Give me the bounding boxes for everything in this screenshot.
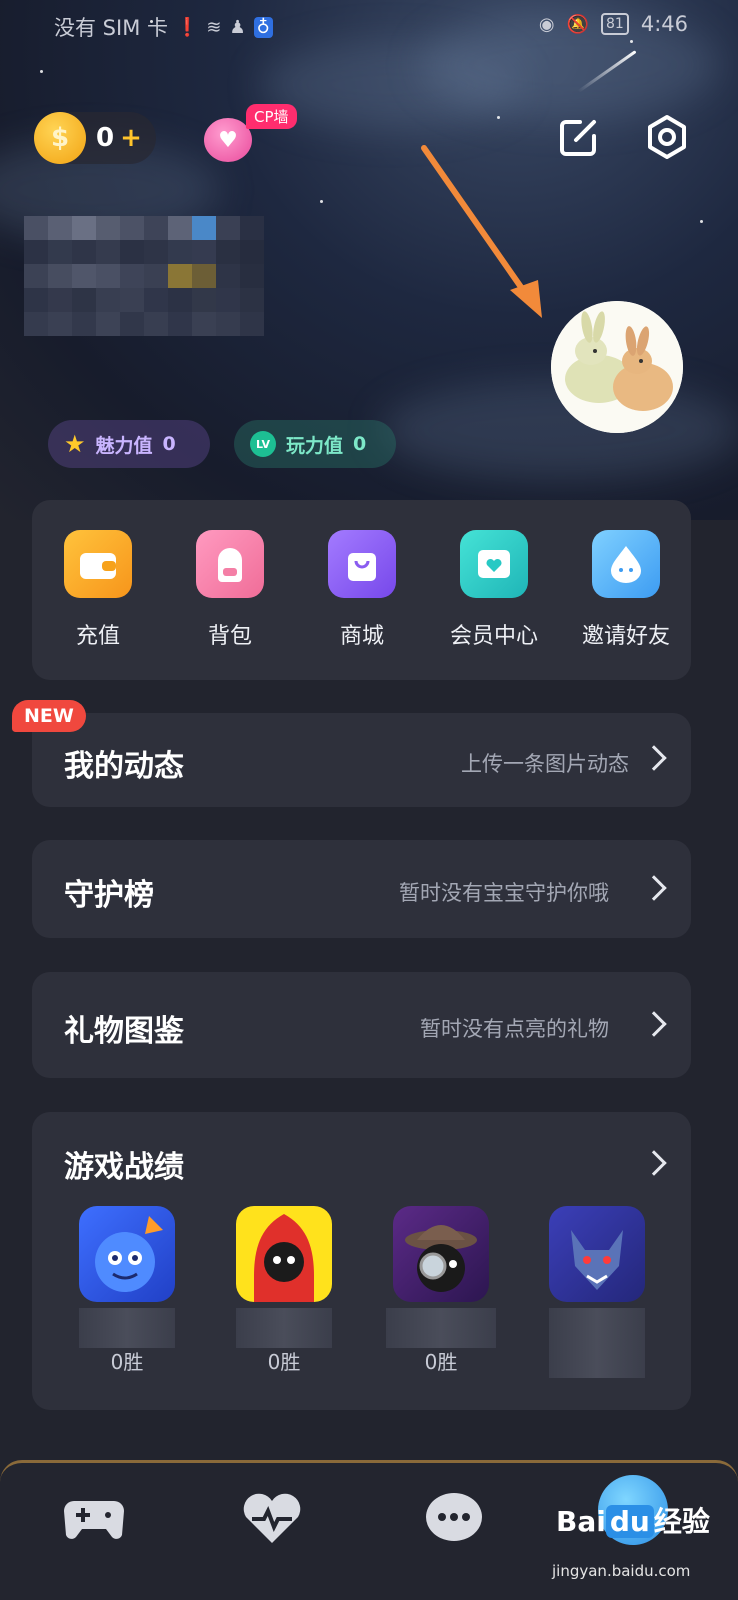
chevron-right-icon: [641, 745, 667, 771]
member-card-icon: [460, 530, 528, 598]
new-badge: NEW: [12, 700, 86, 732]
recharge-label: 充值: [75, 624, 120, 649]
play-value-chip[interactable]: LV 玩力值 0: [234, 420, 396, 468]
guardian-board-subtitle: 暂时没有宝宝守护你哦: [399, 881, 609, 905]
game-item[interactable]: [532, 1206, 662, 1378]
guardian-board-row[interactable]: 守护榜 暂时没有宝宝守护你哦: [32, 840, 691, 938]
baidu-watermark: Bai du 经验: [556, 1500, 710, 1540]
username-blurred: [24, 216, 264, 336]
coin-icon: $: [34, 112, 86, 164]
rabbit-avatar-icon: [551, 301, 683, 433]
member-center-label: 会员中心: [449, 624, 538, 649]
game-item[interactable]: 0胜: [376, 1206, 506, 1374]
shop-label: 商城: [339, 624, 384, 649]
shop-button[interactable]: 商城: [302, 530, 422, 650]
cp-wall-button[interactable]: ♥ CP墙: [202, 104, 302, 164]
my-posts-subtitle: 上传一条图片动态: [461, 752, 629, 776]
play-value: 0: [353, 433, 367, 455]
game-records-title: 游戏战绩: [64, 1150, 184, 1185]
game-name-blurred: [236, 1308, 332, 1348]
invite-friends-label: 邀请好友: [581, 624, 670, 649]
sim-alert-icon: ❗: [176, 16, 199, 38]
game-wins: 0胜: [110, 1350, 144, 1374]
watermark-brand: Bai: [556, 1505, 606, 1538]
gift-collection-subtitle: 暂时没有点亮的礼物: [420, 1017, 609, 1041]
game-name-blurred: [386, 1308, 496, 1348]
wallet-icon: [64, 530, 132, 598]
quick-actions-card: 充值 背包 商城 会员中心 邀请好友: [32, 500, 691, 680]
coin-balance-button[interactable]: $ 0 +: [34, 112, 156, 164]
drop-face-icon: [592, 530, 660, 598]
member-center-button[interactable]: 会员中心: [434, 530, 554, 650]
clock: 4:46: [640, 12, 688, 36]
bulb-icon: ♁: [253, 16, 273, 38]
blue-monster-game-icon: [79, 1206, 175, 1302]
detective-game-icon: [393, 1206, 489, 1302]
edit-icon[interactable]: [556, 114, 602, 160]
gift-collection-title: 礼物图鉴: [64, 1014, 184, 1049]
game-wins: 0胜: [267, 1350, 301, 1374]
chevron-right-icon: [641, 1011, 667, 1037]
mute-icon: 🔕: [566, 13, 589, 35]
werewolf-game-icon: [549, 1206, 645, 1302]
watermark-url: jingyan.baidu.com: [552, 1562, 691, 1580]
play-label: 玩力值: [286, 434, 344, 457]
status-bar: 没有 SIM 卡 ❗ ≋ ♟ ♁ ◉ 🔕 81 4:46: [0, 8, 738, 42]
avatar[interactable]: [551, 301, 683, 433]
backpack-icon: [196, 530, 264, 598]
arrow-annotation-icon: [421, 145, 542, 318]
wifi-icon: ≋: [206, 16, 222, 38]
heartbeat-icon[interactable]: [240, 1491, 304, 1545]
carrier-text: 没有 SIM 卡: [54, 16, 168, 40]
game-name-blurred: [549, 1308, 645, 1378]
game-wins: 0胜: [424, 1350, 458, 1374]
coin-plus-icon: +: [120, 123, 142, 153]
lv-icon: LV: [250, 431, 276, 457]
backpack-label: 背包: [207, 624, 252, 649]
game-item[interactable]: 0胜: [62, 1206, 192, 1374]
shopping-bag-icon: [328, 530, 396, 598]
star-icon: ★: [64, 430, 86, 458]
my-posts-row[interactable]: 我的动态 上传一条图片动态: [32, 713, 691, 807]
heart-bubble-icon: ♥: [204, 118, 252, 162]
game-item[interactable]: 0胜: [219, 1206, 349, 1374]
chevron-right-icon[interactable]: [641, 1150, 667, 1176]
battery-icon: 81: [601, 13, 629, 35]
game-records-card: 游戏战绩 0胜 0胜 0胜: [32, 1112, 691, 1410]
paw-logo-icon: du: [605, 1505, 654, 1538]
game-name-blurred: [79, 1308, 175, 1348]
settings-hex-icon[interactable]: [644, 114, 690, 160]
gamepad-icon[interactable]: [62, 1491, 126, 1545]
chevron-right-icon: [641, 875, 667, 901]
charm-label: 魅力值: [95, 434, 153, 457]
qq-icon: ♟: [229, 16, 246, 38]
chat-bubble-icon[interactable]: [422, 1491, 486, 1545]
watermark-suffix: 经验: [653, 1505, 710, 1538]
gift-collection-row[interactable]: 礼物图鉴 暂时没有点亮的礼物: [32, 972, 691, 1078]
recharge-button[interactable]: 充值: [38, 530, 158, 650]
my-posts-title: 我的动态: [64, 749, 184, 784]
cp-badge: CP墙: [246, 104, 297, 129]
guardian-board-title: 守护榜: [64, 878, 154, 913]
invite-friends-button[interactable]: 邀请好友: [566, 530, 686, 650]
charm-value-chip[interactable]: ★ 魅力值 0: [48, 420, 210, 468]
eye-icon: ◉: [538, 13, 555, 35]
coin-count: 0: [96, 123, 115, 153]
red-hood-game-icon: [236, 1206, 332, 1302]
backpack-button[interactable]: 背包: [170, 530, 290, 650]
charm-value: 0: [162, 433, 176, 455]
